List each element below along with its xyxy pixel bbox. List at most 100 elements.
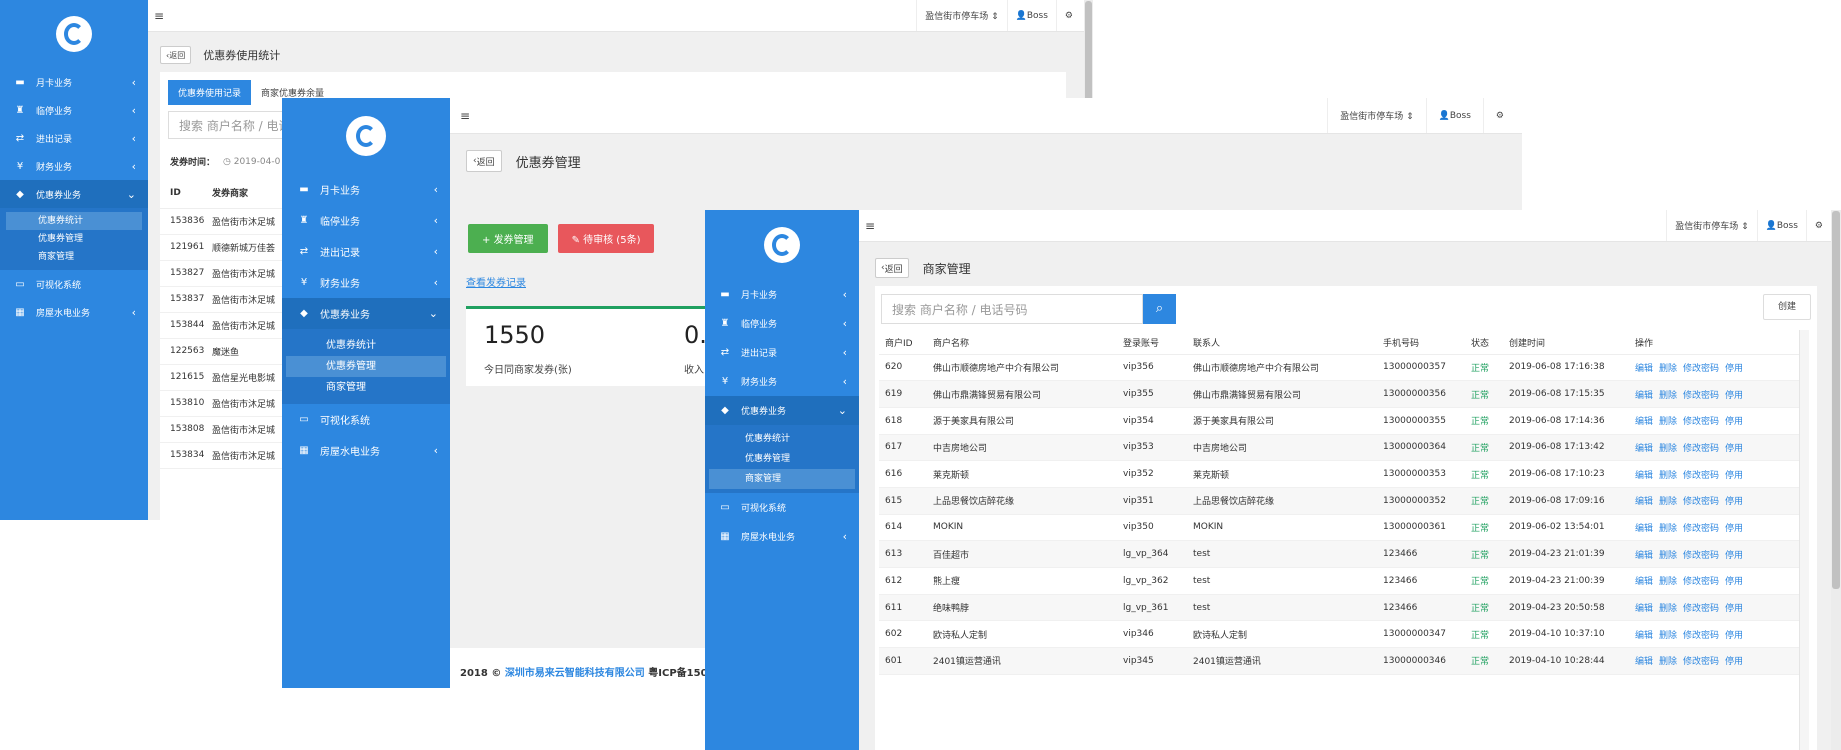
change-password-link[interactable]: 修改密码 (1683, 417, 1719, 427)
disable-link[interactable]: 停用 (1725, 524, 1743, 534)
sidebar-item-utilities[interactable]: ▦ 房屋水电业务 ‹ (0, 298, 148, 326)
parking-lot-selector[interactable]: 盈信街市停车场 ⇕ (1666, 210, 1756, 241)
submenu-item-coupon-manage[interactable]: 优惠券管理 (286, 356, 446, 377)
edit-link[interactable]: 编辑 (1635, 604, 1653, 614)
delete-link[interactable]: 删除 (1659, 471, 1677, 481)
menu-toggle-icon[interactable]: ≡ (148, 9, 170, 23)
disable-link[interactable]: 停用 (1725, 604, 1743, 614)
disable-link[interactable]: 停用 (1725, 577, 1743, 587)
delete-link[interactable]: 删除 (1659, 417, 1677, 427)
disable-link[interactable]: 停用 (1725, 471, 1743, 481)
submenu-item-merchant[interactable]: 商家管理 (286, 377, 446, 398)
sidebar-item-temp[interactable]: ♜ 临停业务 ‹ (0, 96, 148, 124)
sidebar-item-coupon[interactable]: ◆ 优惠券业务 ⌄ (0, 180, 148, 208)
back-button[interactable]: ‹ 返回 (875, 258, 909, 278)
submenu-item-coupon-stats[interactable]: 优惠券统计 (709, 429, 855, 449)
sidebar-item-monthly[interactable]: ▬ 月卡业务 ‹ (282, 174, 450, 205)
disable-link[interactable]: 停用 (1725, 444, 1743, 454)
create-button[interactable]: 创建 (1762, 294, 1811, 320)
date-picker[interactable]: ◷ 2019-04-0 (223, 157, 280, 167)
sidebar-item-monthly[interactable]: ▬ 月卡业务 ‹ (0, 68, 148, 96)
change-password-link[interactable]: 修改密码 (1683, 551, 1719, 561)
change-password-link[interactable]: 修改密码 (1683, 631, 1719, 641)
pending-review-button[interactable]: ✎ 待审核 (5条) (557, 224, 655, 253)
delete-link[interactable]: 删除 (1659, 444, 1677, 454)
sidebar-item-visual[interactable]: ▭ 可视化系统 (0, 270, 148, 298)
change-password-link[interactable]: 修改密码 (1683, 444, 1719, 454)
delete-link[interactable]: 删除 (1659, 657, 1677, 667)
delete-link[interactable]: 删除 (1659, 391, 1677, 401)
sidebar-item-visual[interactable]: ▭ 可视化系统 (282, 404, 450, 435)
disable-link[interactable]: 停用 (1725, 417, 1743, 427)
sidebar-item-finance[interactable]: ¥ 财务业务 ‹ (705, 367, 859, 396)
sidebar-item-records[interactable]: ⇄ 进出记录 ‹ (705, 338, 859, 367)
settings-icon[interactable]: ⚙ (1482, 98, 1516, 133)
back-button[interactable]: ‹ 返回 (160, 46, 192, 64)
delete-link[interactable]: 删除 (1659, 497, 1677, 507)
sidebar-item-coupon[interactable]: ◆ 优惠券业务 ⌄ (282, 298, 450, 329)
edit-link[interactable]: 编辑 (1635, 551, 1653, 561)
tab-coupon-records[interactable]: 查看发券记录 (466, 274, 526, 289)
edit-link[interactable]: 编辑 (1635, 444, 1653, 454)
change-password-link[interactable]: 修改密码 (1683, 497, 1719, 507)
change-password-link[interactable]: 修改密码 (1683, 524, 1719, 534)
menu-toggle-icon[interactable]: ≡ (450, 109, 480, 123)
user-menu[interactable]: 👤 Boss (1756, 210, 1806, 241)
sidebar-item-temp[interactable]: ♜ 临停业务 ‹ (705, 309, 859, 338)
change-password-link[interactable]: 修改密码 (1683, 604, 1719, 614)
user-menu[interactable]: 👤 Boss (1006, 0, 1056, 31)
search-button[interactable]: ⌕ (1143, 294, 1176, 324)
change-password-link[interactable]: 修改密码 (1683, 391, 1719, 401)
edit-link[interactable]: 编辑 (1635, 524, 1653, 534)
delete-link[interactable]: 删除 (1659, 551, 1677, 561)
submenu-item-merchant[interactable]: 商家管理 (709, 469, 855, 489)
sidebar-item-records[interactable]: ⇄ 进出记录 ‹ (0, 124, 148, 152)
edit-link[interactable]: 编辑 (1635, 417, 1653, 427)
sidebar-item-finance[interactable]: ¥ 财务业务 ‹ (0, 152, 148, 180)
scrollbar[interactable] (1831, 210, 1841, 750)
edit-link[interactable]: 编辑 (1635, 657, 1653, 667)
sidebar-item-utilities[interactable]: ▦ 房屋水电业务 ‹ (282, 435, 450, 466)
change-password-link[interactable]: 修改密码 (1683, 657, 1719, 667)
edit-link[interactable]: 编辑 (1635, 577, 1653, 587)
change-password-link[interactable]: 修改密码 (1683, 577, 1719, 587)
disable-link[interactable]: 停用 (1725, 364, 1743, 374)
disable-link[interactable]: 停用 (1725, 657, 1743, 667)
sidebar-item-coupon[interactable]: ◆ 优惠券业务 ⌄ (705, 396, 859, 425)
table-scrollbar[interactable] (1799, 330, 1809, 750)
disable-link[interactable]: 停用 (1725, 497, 1743, 507)
submenu-item-coupon-stats[interactable]: 优惠券统计 (6, 212, 142, 230)
sidebar-item-temp[interactable]: ♜ 临停业务 ‹ (282, 205, 450, 236)
submenu-item-coupon-stats[interactable]: 优惠券统计 (286, 335, 446, 356)
back-button[interactable]: ‹ 返回 (466, 150, 502, 172)
menu-toggle-icon[interactable]: ≡ (859, 219, 881, 233)
edit-link[interactable]: 编辑 (1635, 497, 1653, 507)
delete-link[interactable]: 删除 (1659, 524, 1677, 534)
edit-link[interactable]: 编辑 (1635, 631, 1653, 641)
disable-link[interactable]: 停用 (1725, 551, 1743, 561)
submenu-item-coupon-manage[interactable]: 优惠券管理 (709, 449, 855, 469)
footer-company-link[interactable]: 深圳市易来云智能科技有限公司 (505, 668, 645, 679)
delete-link[interactable]: 删除 (1659, 577, 1677, 587)
settings-icon[interactable]: ⚙ (1055, 0, 1081, 31)
parking-lot-selector[interactable]: 盈信街市停车场 ⇕ (916, 0, 1006, 31)
tab-usage-records[interactable]: 优惠券使用记录 (168, 80, 252, 105)
submenu-item-coupon-manage[interactable]: 优惠券管理 (6, 230, 142, 248)
disable-link[interactable]: 停用 (1725, 391, 1743, 401)
coupon-manage-button[interactable]: + 发券管理 (468, 224, 548, 253)
sidebar-item-utilities[interactable]: ▦ 房屋水电业务 ‹ (705, 522, 859, 551)
delete-link[interactable]: 删除 (1659, 364, 1677, 374)
settings-icon[interactable]: ⚙ (1805, 210, 1831, 241)
change-password-link[interactable]: 修改密码 (1683, 364, 1719, 374)
user-menu[interactable]: 👤 Boss (1425, 98, 1483, 133)
edit-link[interactable]: 编辑 (1635, 364, 1653, 374)
sidebar-item-visual[interactable]: ▭ 可视化系统 (705, 493, 859, 522)
parking-lot-selector[interactable]: 盈信街市停车场 ⇕ (1327, 98, 1425, 133)
delete-link[interactable]: 删除 (1659, 631, 1677, 641)
edit-link[interactable]: 编辑 (1635, 471, 1653, 481)
search-input[interactable]: 搜索 商户名称 / 电话号码 (881, 294, 1143, 324)
delete-link[interactable]: 删除 (1659, 604, 1677, 614)
submenu-item-merchant[interactable]: 商家管理 (6, 248, 142, 266)
sidebar-item-monthly[interactable]: ▬ 月卡业务 ‹ (705, 280, 859, 309)
sidebar-item-records[interactable]: ⇄ 进出记录 ‹ (282, 236, 450, 267)
